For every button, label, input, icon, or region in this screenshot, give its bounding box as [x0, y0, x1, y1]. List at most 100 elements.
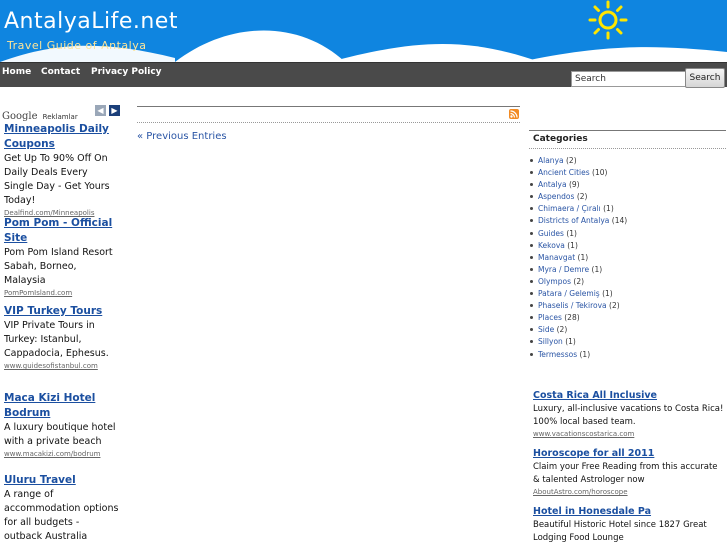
categories-divider — [529, 130, 726, 131]
ads-prev-icon[interactable]: ◀ — [95, 105, 106, 116]
category-count: (1) — [602, 289, 613, 299]
ad-title[interactable]: Uluru Travel — [4, 473, 119, 488]
sidebar-ad-block: Horoscope for all 2011 Claim your Free R… — [533, 447, 725, 498]
bullet-icon — [530, 231, 533, 235]
category-item: Phaselis / Tekirova (2) — [529, 300, 627, 312]
sidebar-ad-url[interactable]: www.vacationscostarica.com — [533, 429, 725, 440]
nav-contact[interactable]: Contact — [41, 67, 80, 77]
category-count: (2) — [566, 156, 577, 165]
category-item: Side (2) — [529, 324, 627, 336]
category-link[interactable]: Chimaera / Çıralı — [538, 204, 601, 213]
ad-body: A range of accommodation options for all… — [4, 489, 119, 542]
sidebar-ad-body: Beautiful Historic Hotel since 1827 Grea… — [533, 520, 707, 543]
bullet-icon — [530, 328, 533, 332]
ads-next-icon[interactable]: ▶ — [109, 105, 120, 116]
category-item: Aspendos (2) — [529, 191, 627, 203]
ad-url[interactable]: www.guidesofistanbul.com — [4, 361, 119, 372]
category-count: (10) — [592, 168, 608, 178]
search-input[interactable]: Search — [571, 71, 687, 87]
bullet-icon — [530, 159, 533, 162]
category-item: Manavgat (1) — [529, 252, 627, 264]
ad-block: Minneapolis Daily Coupons Get Up To 90% … — [4, 122, 119, 219]
ad-url[interactable]: www.macakizi.com/bodrum — [4, 449, 119, 460]
content-divider — [137, 106, 520, 107]
ad-title[interactable]: Pom Pom - Official Site — [4, 216, 119, 246]
category-link[interactable]: Myra / Demre — [538, 265, 589, 274]
category-count: (2) — [576, 192, 588, 202]
ad-title[interactable]: VIP Turkey Tours — [4, 304, 119, 319]
category-link[interactable]: Districts of Antalya — [538, 216, 609, 225]
category-link[interactable]: Antalya — [538, 180, 567, 189]
category-count: (1) — [591, 264, 603, 274]
bullet-icon — [530, 316, 533, 320]
rss-icon[interactable] — [509, 109, 519, 119]
category-count: (1) — [603, 204, 614, 214]
category-link[interactable]: Kekova — [538, 241, 565, 250]
category-link[interactable]: Olympos — [538, 277, 571, 286]
ad-url[interactable]: PomPomIsland.com — [4, 288, 119, 299]
bullet-icon — [530, 207, 533, 211]
category-count: (2) — [556, 325, 568, 335]
bullet-icon — [530, 183, 533, 187]
sidebar-ad-title[interactable]: Hotel in Honesdale Pa — [533, 505, 725, 519]
ad-title[interactable]: Maca Kizi Hotel Bodrum — [4, 391, 119, 421]
bullet-icon — [530, 340, 533, 344]
bullet-icon — [530, 171, 533, 175]
category-link[interactable]: Aspendos — [538, 192, 574, 201]
category-count: (1) — [565, 337, 576, 347]
site-header: AntalyaLife.net Travel Guide of Antalya — [0, 0, 727, 62]
site-title[interactable]: AntalyaLife.net — [4, 9, 178, 34]
category-link[interactable]: Side — [538, 325, 554, 334]
category-item: Antalya (9) — [529, 179, 627, 191]
previous-entries-link[interactable]: « Previous Entries — [137, 131, 227, 142]
content-dotted-divider — [137, 122, 520, 123]
category-link[interactable]: Patara / Gelemiş — [538, 289, 600, 298]
category-link[interactable]: Ancient Cities — [538, 168, 590, 177]
bullet-icon — [530, 292, 533, 296]
category-count: (9) — [568, 180, 580, 190]
category-item: Districts of Antalya (14) — [529, 215, 627, 227]
sidebar-ad-body: Luxury, all-inclusive vacations to Costa… — [533, 404, 724, 427]
category-link[interactable]: Phaselis / Tekirova — [538, 301, 607, 310]
bullet-icon — [530, 279, 533, 283]
sidebar-ad-title[interactable]: Costa Rica All Inclusive — [533, 389, 725, 403]
category-count: (2) — [573, 276, 585, 286]
ad-block: VIP Turkey Tours VIP Private Tours in Tu… — [4, 304, 119, 372]
ad-block: Uluru Travel A range of accommodation op… — [4, 473, 119, 544]
categories-dotted-divider — [529, 148, 726, 149]
category-link[interactable]: Manavgat — [538, 253, 575, 262]
nav-home[interactable]: Home — [2, 67, 31, 77]
category-link[interactable]: Sillyon — [538, 337, 563, 346]
categories-list: Alanya (2) Ancient Cities (10) Antalya (9)… — [529, 155, 627, 361]
ad-body: VIP Private Tours in Turkey: Istanbul, C… — [4, 320, 109, 359]
category-item: Termessos (1) — [529, 349, 627, 361]
category-item: Myra / Demre (1) — [529, 264, 627, 276]
category-item: Places (28) — [529, 312, 627, 324]
nav-privacy-policy[interactable]: Privacy Policy — [91, 67, 162, 77]
ad-block: Maca Kizi Hotel Bodrum A luxury boutique… — [4, 391, 119, 460]
sidebar-ad-title[interactable]: Horoscope for all 2011 — [533, 447, 725, 461]
category-count: (28) — [564, 313, 580, 323]
sun-icon — [588, 0, 628, 40]
google-label: Google — [2, 111, 38, 122]
bullet-icon — [530, 352, 533, 356]
bullet-icon — [530, 304, 533, 308]
bullet-icon — [530, 255, 533, 259]
category-count: (1) — [577, 252, 589, 262]
ad-title[interactable]: Minneapolis Daily Coupons — [4, 122, 119, 152]
category-link[interactable]: Alanya — [538, 156, 564, 165]
ad-body: Get Up To 90% Off On Daily Deals Every S… — [4, 153, 110, 206]
bullet-icon — [530, 267, 533, 271]
category-link[interactable]: Places — [538, 313, 562, 322]
bullet-icon — [530, 219, 533, 223]
category-count: (2) — [609, 301, 620, 311]
search-button[interactable]: Search — [685, 68, 725, 88]
sidebar-ad-block: Hotel in Honesdale Pa Beautiful Historic… — [533, 505, 725, 545]
category-link[interactable]: Guides — [538, 229, 564, 238]
bullet-icon — [530, 195, 533, 199]
sidebar-ad-block: Costa Rica All Inclusive Luxury, all-inc… — [533, 389, 725, 440]
sidebar-ad-url[interactable]: AboutAstro.com/horoscope — [533, 487, 725, 498]
ads-label: Reklamlar — [42, 113, 78, 121]
ad-block: Pom Pom - Official Site Pom Pom Island R… — [4, 216, 119, 299]
category-link[interactable]: Termessos — [538, 350, 577, 359]
